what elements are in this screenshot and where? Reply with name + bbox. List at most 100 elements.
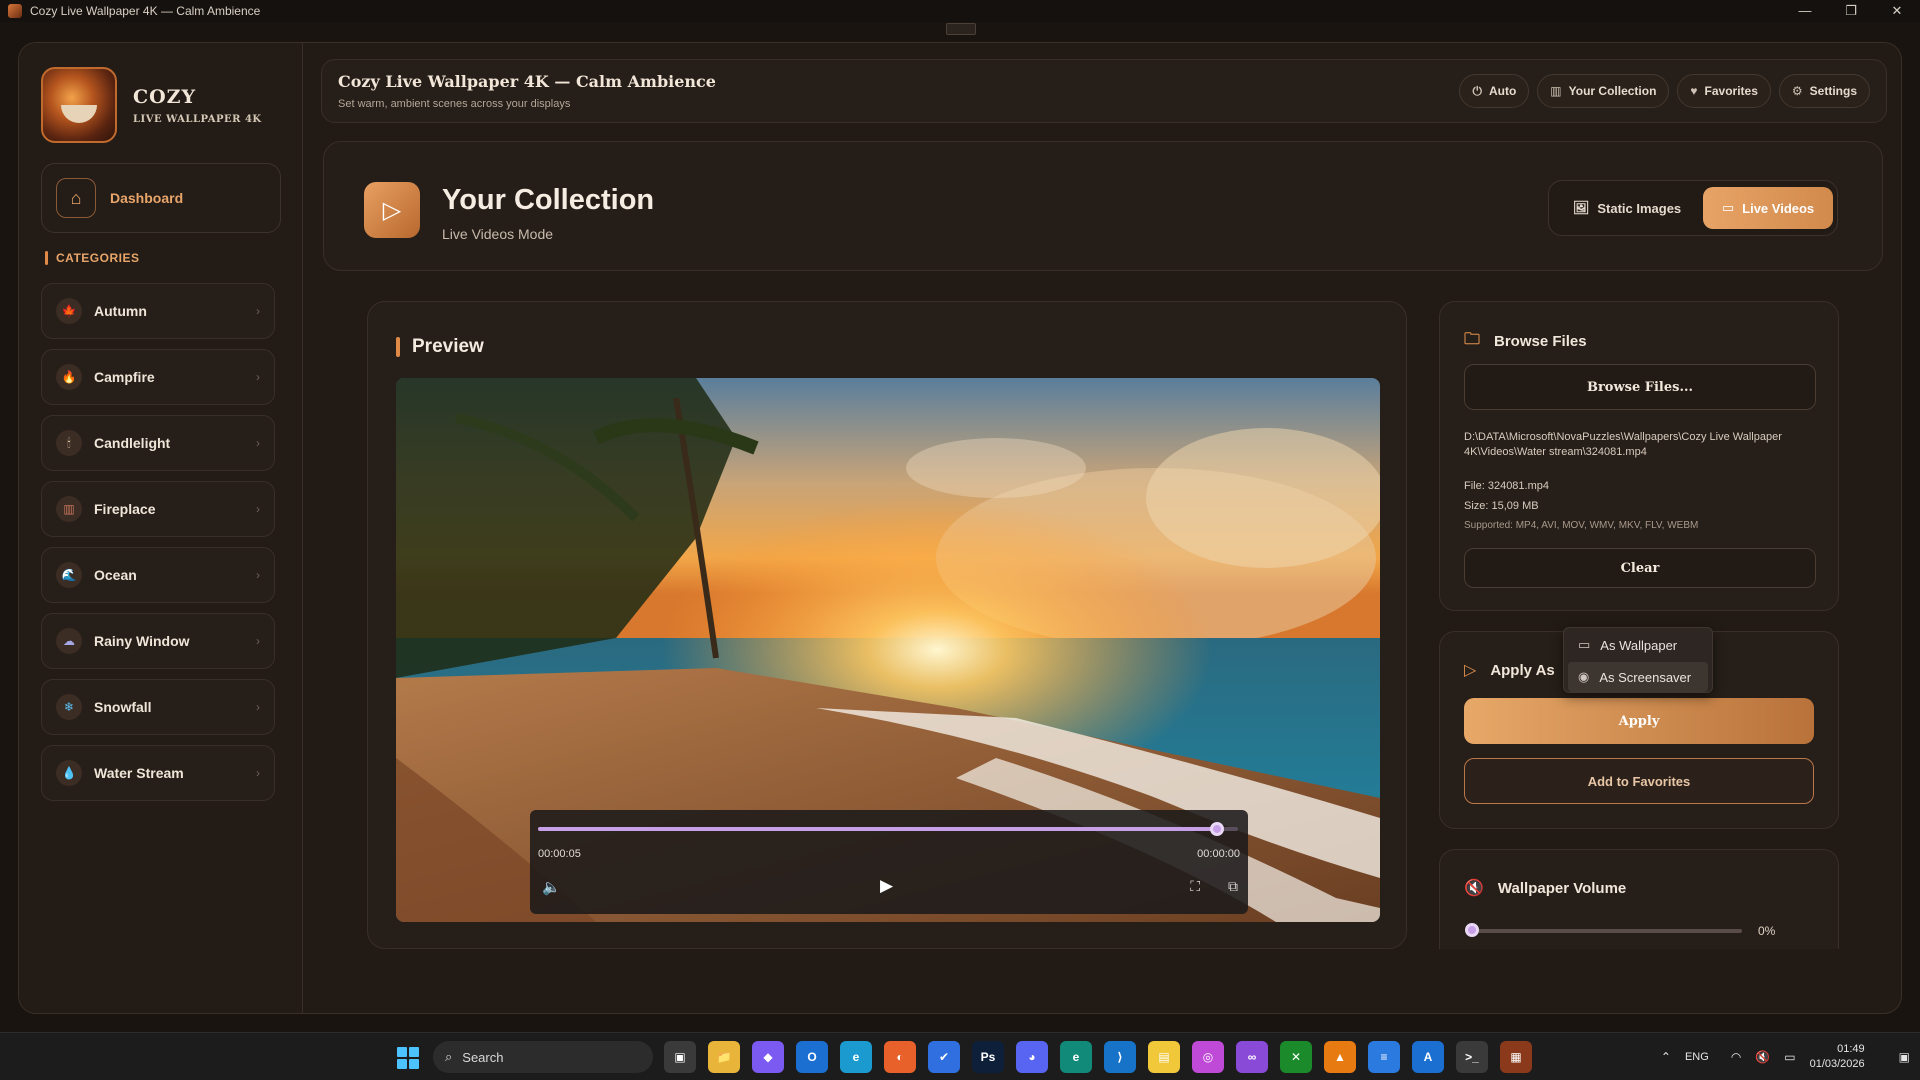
play-icon: ▷ (364, 182, 420, 238)
play-button[interactable]: ▶ (880, 876, 893, 896)
sticky-notes-icon[interactable]: ▤ (1148, 1041, 1180, 1073)
todo-icon[interactable]: ✔ (928, 1041, 960, 1073)
clipchamp-icon[interactable]: ◎ (1192, 1041, 1224, 1073)
close-button[interactable]: ✕ (1874, 0, 1920, 22)
edge-dev-icon[interactable]: e (1060, 1041, 1092, 1073)
power-icon: ⏻ (1472, 83, 1482, 98)
terminal-icon[interactable]: >_ (1456, 1041, 1488, 1073)
sidebar-item-fireplace[interactable]: ▥ Fireplace › (41, 481, 275, 537)
edge-icon[interactable]: e (840, 1041, 872, 1073)
your-collection-button[interactable]: ▥ Your Collection (1537, 74, 1670, 108)
fireplace-icon: ▥ (56, 496, 82, 522)
discord-icon[interactable]: ◕ (1016, 1041, 1048, 1073)
battery-icon[interactable]: ▭ (1784, 1050, 1795, 1064)
sidebar-item-ocean[interactable]: 🌊 Ocean › (41, 547, 275, 603)
copilot-icon[interactable]: ◆ (752, 1041, 784, 1073)
firefox-icon[interactable]: ◐ (884, 1041, 916, 1073)
sidebar-item-rainy-window[interactable]: ☁ Rainy Window › (41, 613, 275, 669)
sidebar-item-autumn[interactable]: 🍁 Autumn › (41, 283, 275, 339)
preview-title: Preview (396, 336, 484, 358)
preview-card: Preview 00:00:05 00:00:00 🔈 ▶ ⛶ ⧉ (367, 301, 1407, 949)
mode-switch: 🖼 Static Images ▭ Live Videos (1548, 180, 1838, 236)
clear-button[interactable]: Clear (1464, 548, 1816, 588)
sidebar-item-label: Rainy Window (94, 633, 190, 649)
chevron-right-icon: › (256, 634, 260, 648)
window-titlebar: Cozy Live Wallpaper 4K — Calm Ambience —… (0, 0, 1920, 22)
auto-button[interactable]: ⏻ Auto (1459, 74, 1530, 108)
mute-speaker-icon[interactable]: 🔈 (542, 878, 561, 896)
category-list: 🍁 Autumn › 🔥 Campfire › 🕯 Candlelight › ▥ Fireplac… (41, 283, 275, 811)
system-tray: ⌃ ENG ◠ 🔇 ▭ 01:49 01/03/2026 ▣ (1661, 1033, 1920, 1080)
current-time: 00:00:05 (538, 848, 581, 860)
live-videos-button[interactable]: ▭ Live Videos (1703, 187, 1833, 229)
language-indicator[interactable]: ENG (1685, 1051, 1709, 1063)
taskbar: ⌕ Search ▣ 📁 ◆ Oe ◐ ✔ Ps ◕ e ⟩ ▤ ◎ ∞ ✕ ▲ ≡ A >_ ▦ ⌃ ENG ◠ … (0, 1032, 1920, 1080)
dashboard-button[interactable]: ⌂ Dashboard (41, 163, 281, 233)
fullscreen-icon[interactable]: ⧉ (1228, 878, 1238, 895)
water-drop-icon: 💧 (56, 760, 82, 786)
brand-name: COZY (133, 85, 197, 108)
sidebar-item-snowfall[interactable]: ❄ Snowfall › (41, 679, 275, 735)
volume-value: 0% (1758, 924, 1776, 938)
notepad-icon[interactable]: ≡ (1368, 1041, 1400, 1073)
eye-icon: ◉ (1578, 669, 1590, 684)
chevron-right-icon: › (256, 370, 260, 384)
window-title: Cozy Live Wallpaper 4K — Calm Ambience (30, 4, 261, 18)
speaker-muted-icon: 🔇 (1464, 880, 1484, 897)
settings-button[interactable]: ⚙ Settings (1778, 74, 1870, 108)
task-view-icon[interactable]: ▣ (664, 1041, 696, 1073)
collection-title: Your Collection (442, 184, 655, 216)
search-icon: ⌕ (445, 1049, 453, 1064)
home-icon: ⌂ (56, 178, 96, 218)
autumn-leaf-icon: 🍁 (56, 298, 82, 324)
favorites-button[interactable]: ♥ Favorites (1677, 74, 1771, 108)
browse-files-button[interactable]: Browse Files... (1464, 364, 1816, 410)
video-progress-track[interactable] (538, 822, 1238, 836)
header-bar: Cozy Live Wallpaper 4K — Calm Ambience S… (321, 59, 1887, 123)
file-explorer-icon[interactable]: 📁 (708, 1041, 740, 1073)
sidebar-item-campfire[interactable]: 🔥 Campfire › (41, 349, 275, 405)
volume-slider-thumb[interactable] (1464, 923, 1479, 937)
sidebar-item-candlelight[interactable]: 🕯 Candlelight › (41, 415, 275, 471)
image-icon: 🖼 (1572, 200, 1590, 215)
video-player[interactable]: 00:00:05 00:00:00 🔈 ▶ ⛶ ⧉ (396, 378, 1380, 922)
clock[interactable]: 01:49 01/03/2026 (1810, 1042, 1865, 1072)
fit-screen-icon[interactable]: ⛶ (1190, 878, 1200, 895)
sidebar-item-water-stream[interactable]: 💧 Water Stream › (41, 745, 275, 801)
chevron-right-icon: › (256, 304, 260, 318)
azure-icon[interactable]: A (1412, 1041, 1444, 1073)
vscode-icon[interactable]: ⟩ (1104, 1041, 1136, 1073)
header-buttons: ⏻ Auto ▥ Your Collection ♥ Favorites ⚙ Settings (1451, 74, 1870, 108)
cozy-app-icon[interactable]: ▦ (1500, 1041, 1532, 1073)
photoshop-icon[interactable]: Ps (972, 1041, 1004, 1073)
outlook-icon[interactable]: O (796, 1041, 828, 1073)
maximize-button[interactable]: ❐ (1828, 0, 1874, 22)
app-icon (8, 4, 22, 18)
video-progress-thumb[interactable] (1210, 822, 1224, 836)
heart-icon: ♥ (1690, 84, 1698, 98)
notification-icon[interactable]: ▣ (1899, 1050, 1910, 1064)
brand: COZY LIVE WALLPAPER 4K (41, 67, 262, 143)
campfire-icon: 🔥 (56, 364, 82, 390)
wifi-icon[interactable]: ◠ (1731, 1050, 1741, 1064)
drag-handle[interactable] (946, 23, 976, 35)
static-images-button[interactable]: 🖼 Static Images (1557, 187, 1697, 229)
add-to-favorites-button[interactable]: Add to Favorites (1464, 758, 1814, 804)
wallpaper-volume-heading: 🔇 Wallpaper Volume (1464, 879, 1627, 898)
chevron-up-icon[interactable]: ⌃ (1661, 1050, 1671, 1064)
app-frame: COZY LIVE WALLPAPER 4K ⌂ Dashboard CATEG… (18, 42, 1902, 1014)
video-icon: ▭ (1721, 200, 1735, 215)
volume-slider[interactable] (1464, 923, 1742, 937)
option-as-wallpaper[interactable]: ▭ As Wallpaper (1568, 630, 1708, 660)
xbox-icon[interactable]: ✕ (1280, 1041, 1312, 1073)
apply-button[interactable]: Apply (1464, 698, 1814, 744)
taskbar-search[interactable]: ⌕ Search (433, 1041, 653, 1073)
volume-muted-icon[interactable]: 🔇 (1755, 1050, 1770, 1064)
windows-start-icon[interactable] (397, 1047, 419, 1069)
option-as-screensaver[interactable]: ◉ As Screensaver (1568, 662, 1708, 692)
minimize-button[interactable]: — (1782, 0, 1828, 22)
brand-subtitle: LIVE WALLPAPER 4K (133, 113, 262, 125)
visual-studio-icon[interactable]: ∞ (1236, 1041, 1268, 1073)
video-progress-fill (538, 827, 1217, 831)
vlc-icon[interactable]: ▲ (1324, 1041, 1356, 1073)
